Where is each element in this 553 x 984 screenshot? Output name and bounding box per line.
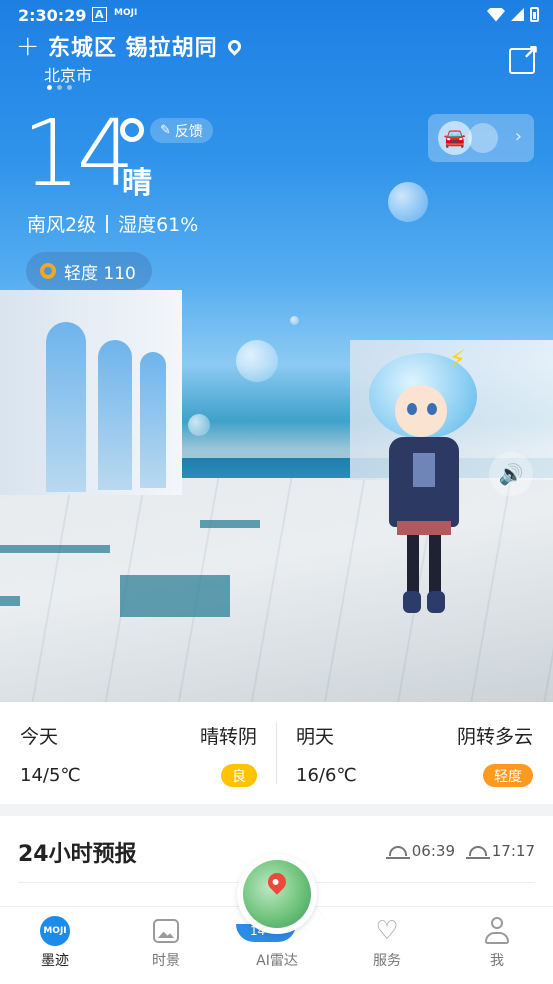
nav-item-moji[interactable]: MOJI 墨迹 <box>15 916 95 970</box>
section-title: 24小时预报 <box>18 842 137 867</box>
aqi-badge: 良 <box>221 764 257 787</box>
floor-tile <box>0 545 110 553</box>
nav-item-scenery[interactable]: 时景 <box>126 916 206 970</box>
sunrise-time: 06:39 <box>385 842 455 860</box>
daily-forecast-cards: 今天 晴转阴 14/5℃ 良 明天 阴转多云 16/6℃ 轻度 <box>0 702 553 804</box>
page-dot <box>57 85 62 90</box>
car-icon <box>468 123 498 153</box>
signal-icon <box>511 8 524 21</box>
user-icon <box>483 917 511 945</box>
feedback-label: 反馈 <box>174 123 203 140</box>
current-temperature: 14 <box>22 100 135 207</box>
nav-label: 服务 <box>373 953 401 969</box>
forecast-tomorrow-card[interactable]: 明天 阴转多云 16/6℃ 轻度 <box>277 702 553 804</box>
heart-hands-icon: ♡ <box>375 916 399 946</box>
day-condition: 阴转多云 <box>456 726 533 748</box>
battery-icon <box>530 7 539 22</box>
day-condition: 晴转阴 <box>199 726 257 748</box>
avatar-eye <box>427 403 437 415</box>
wifi-icon <box>487 7 505 22</box>
decor-bubble <box>388 182 428 222</box>
share-icon[interactable] <box>509 40 539 74</box>
arch-opening <box>140 352 166 488</box>
status-bar: 2:30:29 A MOJI <box>0 0 553 32</box>
aqi-text: 轻度 110 <box>64 263 136 284</box>
day-label: 今天 <box>20 726 59 748</box>
location-pin-icon <box>224 36 244 56</box>
forecast-today-card[interactable]: 今天 晴转阴 14/5℃ 良 <box>0 702 276 804</box>
feedback-button[interactable]: ✎ 反馈 <box>150 118 213 143</box>
floor-tile <box>120 575 230 617</box>
app-notification-icon: A <box>92 7 107 22</box>
location-district[interactable]: 东城区 锡拉胡同 <box>48 30 218 62</box>
nav-label: AI雷达 <box>256 953 298 969</box>
nav-label: 墨迹 <box>41 953 69 969</box>
avatar-skirt <box>397 521 451 535</box>
weather-avatar-character[interactable]: ⚡ <box>365 345 480 625</box>
status-time: 2:30:29 <box>18 6 87 25</box>
add-city-icon[interactable]: + <box>16 32 42 60</box>
traffic-restriction-card[interactable]: 🚘 › <box>428 114 534 162</box>
decor-bubble <box>290 316 299 325</box>
floor-tile <box>200 520 260 528</box>
nav-label: 我 <box>490 953 504 969</box>
aqi-badge: 轻度 <box>483 764 533 787</box>
avatar-eye <box>407 403 417 415</box>
car-icon: 🚘 <box>438 121 472 155</box>
aqi-pill[interactable]: 轻度 110 <box>26 252 152 290</box>
chevron-right-icon: › <box>514 126 522 147</box>
page-dot <box>47 85 52 90</box>
day-temperature: 16/6℃ <box>296 765 357 786</box>
humidity-text: 湿度61% <box>118 214 199 236</box>
photo-icon <box>153 919 179 943</box>
pencil-icon: ✎ <box>160 123 171 138</box>
nav-label: 时景 <box>152 953 180 969</box>
lightning-icon: ⚡ <box>449 345 466 373</box>
wind-text: 南风2级 <box>27 214 97 236</box>
decor-bubble <box>236 340 278 382</box>
page-dot <box>67 85 72 90</box>
avatar-shoe <box>403 591 421 613</box>
avatar-leg <box>429 535 441 593</box>
avatar-leg <box>407 535 419 593</box>
moji-logo-icon: MOJI <box>40 916 70 946</box>
city-page-indicator <box>47 85 72 90</box>
avatar-shoe <box>427 591 445 613</box>
decor-bubble <box>188 414 210 436</box>
aqi-ring-icon <box>40 263 56 279</box>
nav-item-me[interactable]: 我 <box>457 916 537 970</box>
ai-radar-button[interactable] <box>237 854 317 934</box>
arch-opening <box>98 340 132 490</box>
nav-item-services[interactable]: ♡ 服务 <box>347 916 427 970</box>
sunset-label: 17:17 <box>491 842 535 860</box>
section-gap <box>0 804 553 816</box>
day-label: 明天 <box>296 726 335 748</box>
location-header[interactable]: + 东城区 锡拉胡同 <box>16 30 244 62</box>
sunrise-label: 06:39 <box>411 842 455 860</box>
current-condition: 晴 <box>122 166 152 201</box>
sunset-time: 17:17 <box>465 842 535 860</box>
degree-icon <box>120 118 144 142</box>
location-city: 北京市 <box>44 66 93 85</box>
divider <box>106 214 109 233</box>
arch-opening <box>46 322 86 492</box>
day-temperature: 14/5℃ <box>20 765 81 786</box>
sunrise-icon <box>385 846 410 859</box>
wind-humidity-row: 南风2级 湿度61% <box>27 210 198 237</box>
avatar-coat-print <box>413 453 435 487</box>
floor-tile <box>0 596 20 606</box>
moji-notification-icon: MOJI <box>114 8 138 18</box>
speaker-icon[interactable]: 🔊 <box>489 452 533 496</box>
sunset-icon <box>465 846 490 859</box>
avatar-face <box>395 385 447 437</box>
